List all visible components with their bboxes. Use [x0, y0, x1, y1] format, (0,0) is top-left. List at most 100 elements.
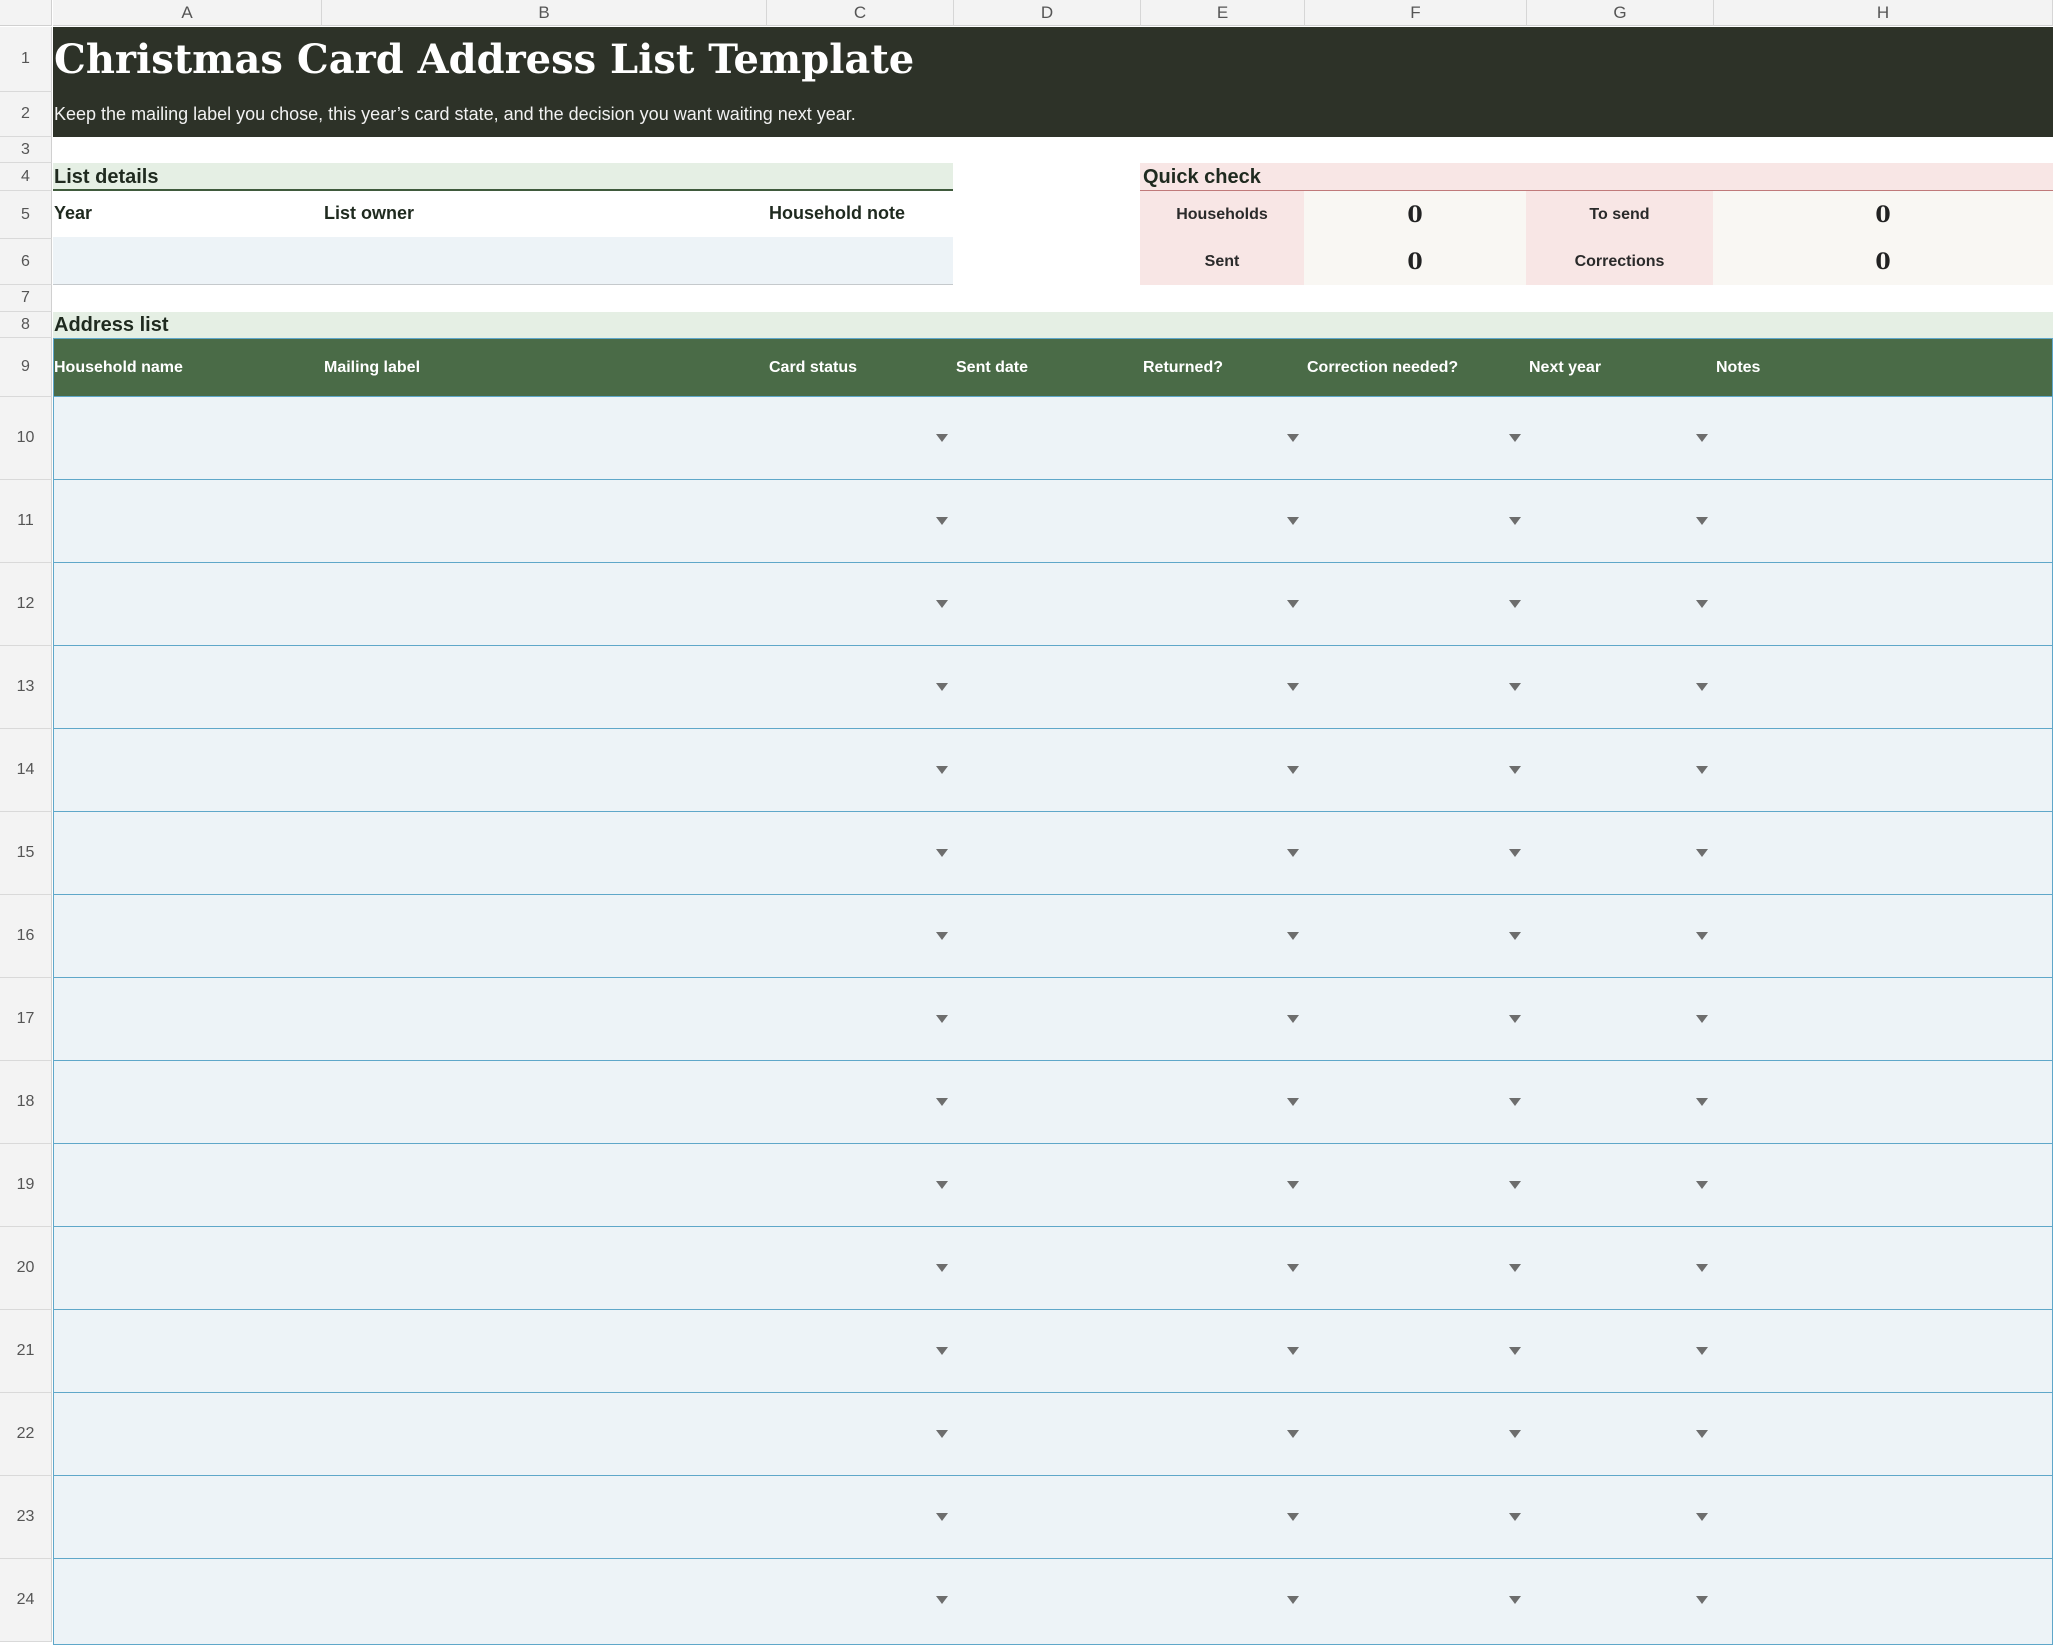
- chevron-down-icon[interactable]: [1696, 1264, 1708, 1272]
- column-header-d[interactable]: D: [954, 0, 1141, 26]
- card-status-cell[interactable]: [768, 812, 955, 894]
- chevron-down-icon[interactable]: [936, 1513, 948, 1521]
- chevron-down-icon[interactable]: [936, 1596, 948, 1604]
- chevron-down-icon[interactable]: [936, 1430, 948, 1438]
- card-status-cell[interactable]: [768, 397, 955, 479]
- card-status-cell[interactable]: [768, 563, 955, 645]
- mailing-label-cell[interactable]: [323, 978, 768, 1060]
- household-name-cell[interactable]: [54, 1559, 323, 1644]
- list-owner-input[interactable]: [322, 237, 766, 285]
- chevron-down-icon[interactable]: [936, 766, 948, 774]
- chevron-down-icon[interactable]: [1509, 1347, 1521, 1355]
- notes-cell[interactable]: [1715, 729, 2053, 811]
- card-status-cell[interactable]: [768, 1476, 955, 1558]
- header-returned[interactable]: Returned?: [1143, 339, 1223, 396]
- chevron-down-icon[interactable]: [936, 1181, 948, 1189]
- quick-check-heading[interactable]: Quick check: [1143, 166, 1261, 189]
- header-mailing-label[interactable]: Mailing label: [324, 339, 420, 396]
- correction-needed-cell[interactable]: [1306, 729, 1528, 811]
- card-status-cell[interactable]: [768, 1393, 955, 1475]
- header-notes[interactable]: Notes: [1716, 339, 1760, 396]
- household-name-cell[interactable]: [54, 729, 323, 811]
- chevron-down-icon[interactable]: [1287, 517, 1299, 525]
- corrections-label[interactable]: Corrections: [1526, 239, 1713, 285]
- returned-cell[interactable]: [1142, 812, 1306, 894]
- chevron-down-icon[interactable]: [1509, 1264, 1521, 1272]
- chevron-down-icon[interactable]: [936, 517, 948, 525]
- sent-date-cell[interactable]: [955, 895, 1142, 977]
- chevron-down-icon[interactable]: [1509, 517, 1521, 525]
- mailing-label-cell[interactable]: [323, 812, 768, 894]
- row-header-13[interactable]: 13: [0, 646, 52, 729]
- chevron-down-icon[interactable]: [1696, 849, 1708, 857]
- next-year-cell[interactable]: [1528, 563, 1715, 645]
- sheet-corner[interactable]: [0, 0, 52, 26]
- list-details-heading[interactable]: List details: [54, 166, 158, 189]
- row-header-8[interactable]: 8: [0, 312, 52, 338]
- column-header-b[interactable]: B: [322, 0, 767, 26]
- year-input[interactable]: [53, 237, 321, 285]
- correction-needed-cell[interactable]: [1306, 563, 1528, 645]
- mailing-label-cell[interactable]: [323, 1144, 768, 1226]
- next-year-cell[interactable]: [1528, 895, 1715, 977]
- row-header-3[interactable]: 3: [0, 137, 52, 163]
- next-year-cell[interactable]: [1528, 1061, 1715, 1143]
- returned-cell[interactable]: [1142, 480, 1306, 562]
- sent-date-cell[interactable]: [955, 1144, 1142, 1226]
- chevron-down-icon[interactable]: [1696, 683, 1708, 691]
- household-name-cell[interactable]: [54, 563, 323, 645]
- mailing-label-cell[interactable]: [323, 563, 768, 645]
- household-name-cell[interactable]: [54, 895, 323, 977]
- returned-cell[interactable]: [1142, 397, 1306, 479]
- household-name-cell[interactable]: [54, 646, 323, 728]
- household-name-cell[interactable]: [54, 1310, 323, 1392]
- sent-date-cell[interactable]: [955, 1061, 1142, 1143]
- chevron-down-icon[interactable]: [1287, 766, 1299, 774]
- chevron-down-icon[interactable]: [1287, 1347, 1299, 1355]
- card-status-cell[interactable]: [768, 1227, 955, 1309]
- household-note-input[interactable]: [767, 237, 953, 285]
- column-header-c[interactable]: C: [767, 0, 954, 26]
- household-name-cell[interactable]: [54, 978, 323, 1060]
- card-status-cell[interactable]: [768, 1061, 955, 1143]
- correction-needed-cell[interactable]: [1306, 1310, 1528, 1392]
- row-header-22[interactable]: 22: [0, 1393, 52, 1476]
- correction-needed-cell[interactable]: [1306, 978, 1528, 1060]
- notes-cell[interactable]: [1715, 397, 2053, 479]
- sent-label[interactable]: Sent: [1140, 239, 1304, 285]
- returned-cell[interactable]: [1142, 978, 1306, 1060]
- next-year-cell[interactable]: [1528, 1144, 1715, 1226]
- correction-needed-cell[interactable]: [1306, 812, 1528, 894]
- chevron-down-icon[interactable]: [1696, 1347, 1708, 1355]
- notes-cell[interactable]: [1715, 1061, 2053, 1143]
- chevron-down-icon[interactable]: [1696, 434, 1708, 442]
- chevron-down-icon[interactable]: [1696, 517, 1708, 525]
- returned-cell[interactable]: [1142, 1144, 1306, 1226]
- mailing-label-cell[interactable]: [323, 1310, 768, 1392]
- row-header-20[interactable]: 20: [0, 1227, 52, 1310]
- chevron-down-icon[interactable]: [1509, 1596, 1521, 1604]
- chevron-down-icon[interactable]: [1287, 932, 1299, 940]
- households-value[interactable]: 0: [1304, 191, 1526, 239]
- row-header-21[interactable]: 21: [0, 1310, 52, 1393]
- returned-cell[interactable]: [1142, 646, 1306, 728]
- column-header-a[interactable]: A: [53, 0, 322, 26]
- row-header-9[interactable]: 9: [0, 338, 52, 397]
- column-header-g[interactable]: G: [1527, 0, 1714, 26]
- chevron-down-icon[interactable]: [1696, 1430, 1708, 1438]
- next-year-cell[interactable]: [1528, 1476, 1715, 1558]
- next-year-cell[interactable]: [1528, 1310, 1715, 1392]
- chevron-down-icon[interactable]: [1287, 1513, 1299, 1521]
- notes-cell[interactable]: [1715, 1559, 2053, 1644]
- mailing-label-cell[interactable]: [323, 1227, 768, 1309]
- notes-cell[interactable]: [1715, 812, 2053, 894]
- chevron-down-icon[interactable]: [1509, 1181, 1521, 1189]
- row-header-10[interactable]: 10: [0, 397, 52, 480]
- chevron-down-icon[interactable]: [1696, 600, 1708, 608]
- sent-date-cell[interactable]: [955, 729, 1142, 811]
- chevron-down-icon[interactable]: [1287, 1181, 1299, 1189]
- mailing-label-cell[interactable]: [323, 895, 768, 977]
- chevron-down-icon[interactable]: [1287, 1430, 1299, 1438]
- list-owner-label[interactable]: List owner: [324, 203, 414, 224]
- returned-cell[interactable]: [1142, 1559, 1306, 1644]
